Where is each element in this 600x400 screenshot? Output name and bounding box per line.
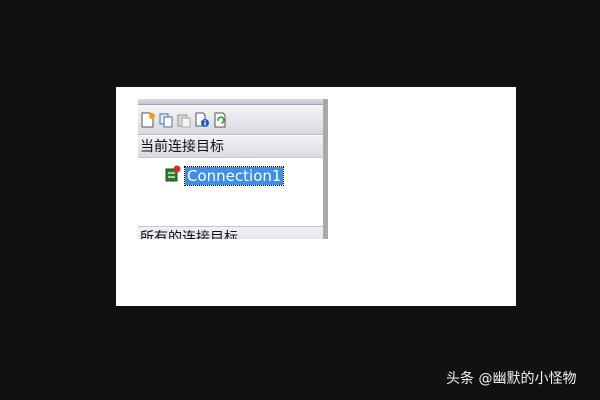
new-connection-icon[interactable] xyxy=(140,111,156,129)
paste-icon[interactable] xyxy=(176,111,192,129)
refresh-icon[interactable] xyxy=(212,111,228,129)
properties-icon[interactable] xyxy=(194,111,210,129)
connection-panel: 当前连接目标 Connection1 所有的连接目标 xyxy=(138,99,328,239)
watermark: 头条 @幽默的小怪物 xyxy=(446,371,577,387)
toolbar xyxy=(138,105,323,135)
tree-item-connection[interactable]: Connection1 xyxy=(164,165,285,187)
screenshot-frame: 当前连接目标 Connection1 所有的连接目标 xyxy=(116,87,516,306)
connection-icon xyxy=(164,165,182,187)
connection-label[interactable]: Connection1 xyxy=(183,166,285,186)
copy-icon[interactable] xyxy=(158,111,174,129)
section-current-targets: 当前连接目标 xyxy=(138,136,323,158)
section-all-targets: 所有的连接目标 xyxy=(138,226,323,239)
